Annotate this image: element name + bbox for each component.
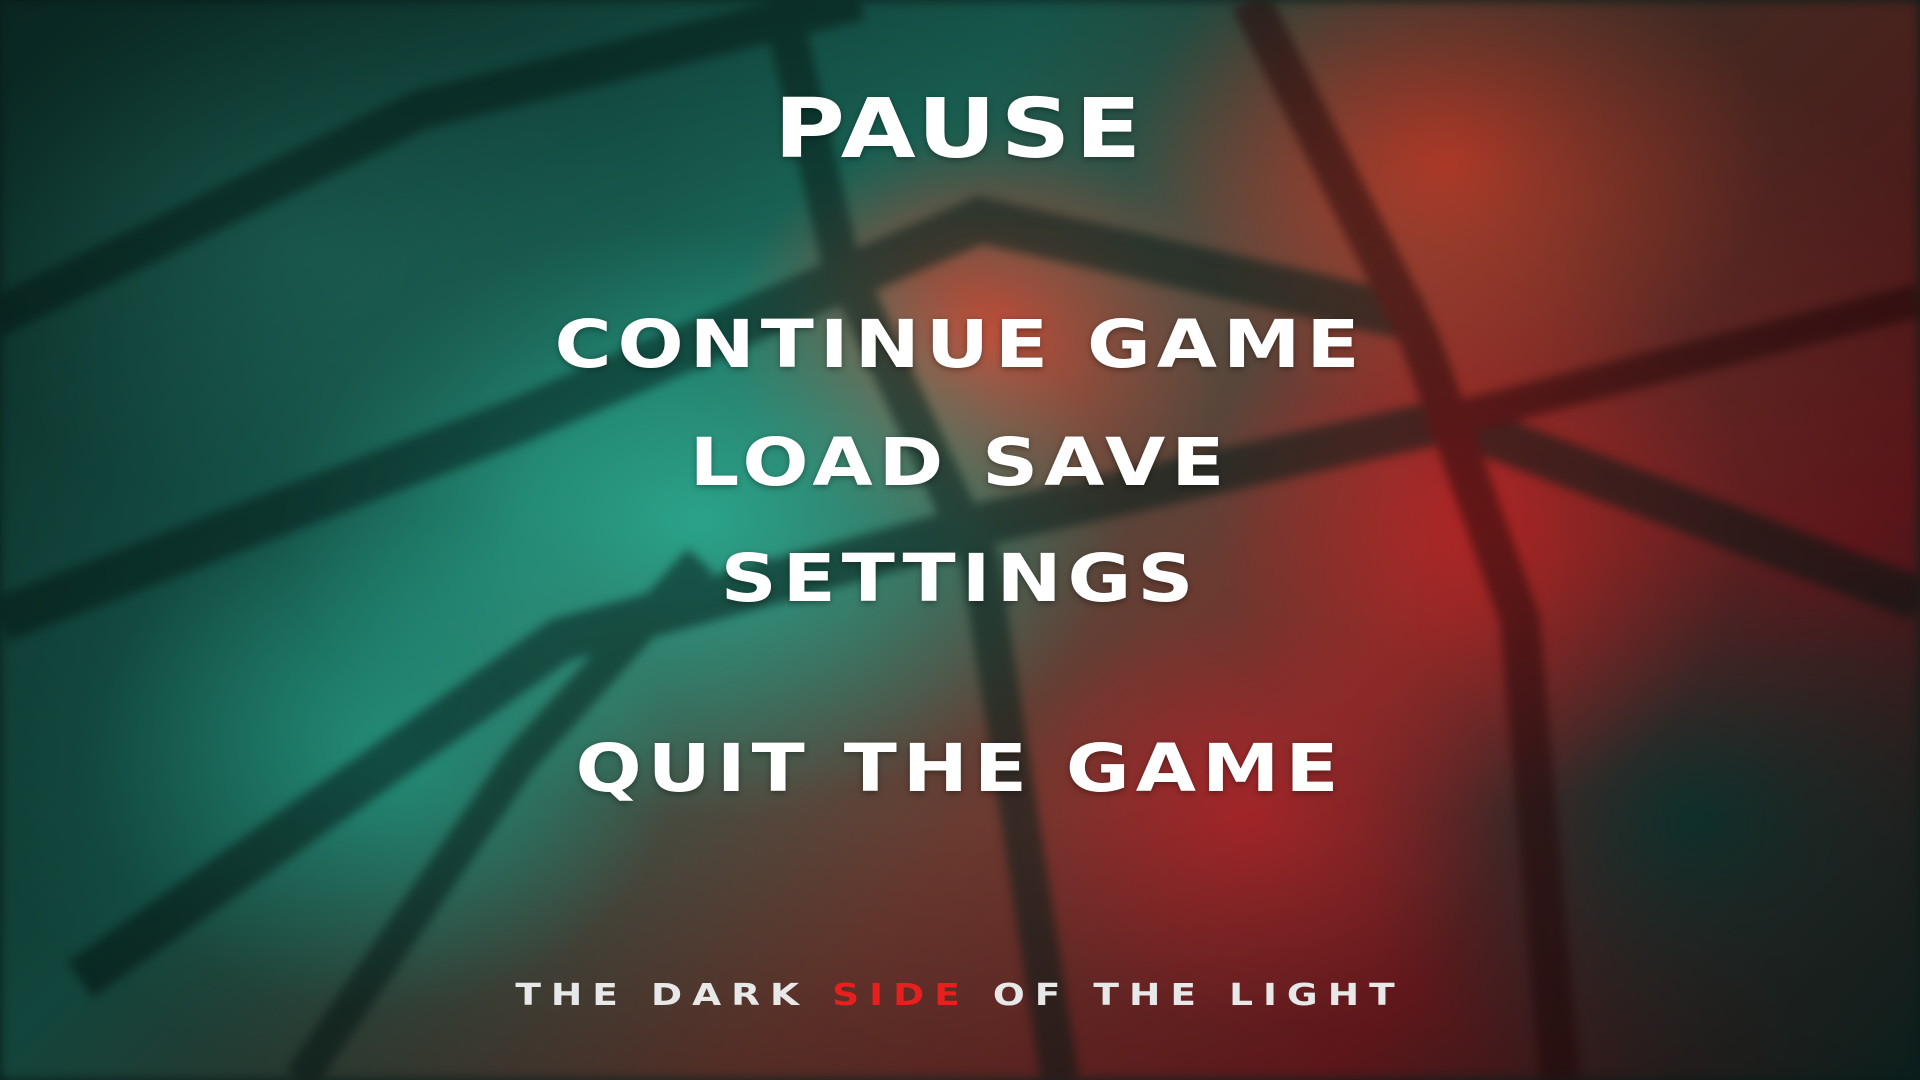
tagline-part-after: OF THE LIGHT	[969, 978, 1405, 1013]
quit-game-button[interactable]: QUIT THE GAME	[0, 730, 1920, 807]
load-save-button[interactable]: LOAD SAVE	[0, 424, 1920, 501]
settings-button[interactable]: SETTINGS	[0, 540, 1920, 617]
pause-title: PAUSE	[774, 82, 1146, 177]
continue-game-button[interactable]: CONTINUE GAME	[0, 306, 1920, 383]
pause-menu: PAUSE CONTINUE GAME LOAD SAVE SETTINGS Q…	[0, 0, 1920, 1080]
game-tagline: THE DARK SIDE OF THE LIGHT	[0, 978, 1920, 1013]
tagline-part-before: THE DARK	[515, 978, 833, 1013]
tagline-accent-word: SIDE	[832, 978, 970, 1013]
pause-screen: PAUSE CONTINUE GAME LOAD SAVE SETTINGS Q…	[0, 0, 1920, 1080]
